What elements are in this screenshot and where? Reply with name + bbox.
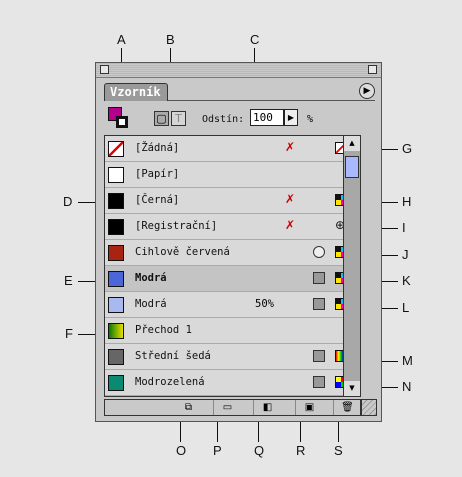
- callout-g: G: [402, 141, 413, 156]
- swatch-color: [108, 323, 124, 339]
- swatch-tint: 50%: [255, 298, 274, 310]
- tab-divider: [168, 100, 375, 101]
- swatch-name: [Žádná]: [135, 142, 180, 154]
- tint-unit: %: [307, 114, 314, 125]
- callout-h: H: [402, 194, 412, 209]
- spot-color-icon: [313, 246, 325, 258]
- resize-grip[interactable]: [361, 399, 377, 416]
- process-color-icon: [313, 272, 325, 284]
- list-item[interactable]: Modrozelená: [105, 370, 343, 396]
- process-color-icon: [313, 298, 325, 310]
- callout-o: O: [176, 443, 187, 458]
- list-item[interactable]: [Žádná] ✗: [105, 136, 343, 162]
- swatch-color: [108, 297, 124, 313]
- close-box[interactable]: [100, 65, 109, 74]
- callout-c: C: [250, 32, 260, 47]
- list-item[interactable]: [Papír]: [105, 162, 343, 188]
- swatch-name: Modrozelená: [135, 376, 205, 388]
- swatches-panel: Vzorník ▶ ▢ T Odstín: 100 ▶ % [Žádná] ✗ …: [95, 62, 382, 422]
- panel-titlebar[interactable]: [96, 63, 381, 78]
- swatch-name: Cihlově červená: [135, 246, 230, 258]
- list-item[interactable]: [Černá] ✗: [105, 188, 343, 214]
- stroke-swatch[interactable]: [116, 116, 128, 128]
- tint-label: Odstín:: [202, 114, 245, 125]
- show-color-swatches-icon[interactable]: ▭: [213, 400, 241, 415]
- cmyk-mode-icon: [335, 298, 343, 310]
- tint-stepper[interactable]: ▶: [284, 109, 298, 126]
- scroll-up-arrow[interactable]: ▲: [344, 136, 360, 151]
- callout-r: R: [296, 443, 306, 458]
- swatch-color: [108, 219, 124, 235]
- swatch-name: [Papír]: [135, 168, 180, 180]
- callout-j: J: [402, 247, 409, 262]
- callout-m: M: [402, 353, 413, 368]
- zoom-box[interactable]: [368, 65, 377, 74]
- tint-input[interactable]: 100: [250, 109, 284, 126]
- show-gradient-swatches-icon[interactable]: ◧: [253, 400, 281, 415]
- cmyk-mode-icon: [335, 194, 343, 206]
- non-editable-icon: ✗: [285, 218, 296, 232]
- callout-b: B: [166, 32, 175, 47]
- swatch-name: Modrá: [135, 272, 167, 284]
- panel-menu-button[interactable]: ▶: [359, 83, 375, 99]
- tab-label: Vzorník: [110, 85, 161, 99]
- swatch-color: [108, 375, 124, 391]
- callout-i: I: [402, 220, 406, 235]
- callout-n: N: [402, 379, 412, 394]
- non-editable-icon: ✗: [285, 140, 296, 154]
- process-color-icon: [313, 350, 325, 362]
- text-icon[interactable]: T: [171, 111, 186, 126]
- non-editable-icon: ✗: [285, 192, 296, 206]
- swatch-color: [108, 141, 124, 157]
- list-item[interactable]: Modrá 50%: [105, 292, 343, 318]
- swatch-name: [Registrační]: [135, 220, 218, 232]
- callout-k: K: [402, 273, 411, 288]
- callout-l: L: [402, 300, 410, 315]
- none-mode-icon: [335, 142, 343, 154]
- lab-mode-icon: [335, 376, 343, 388]
- container-icon[interactable]: ▢: [154, 111, 169, 126]
- panel-bottom-toolbar: ⧉ ▭ ◧ ▣ 🗑: [104, 399, 361, 416]
- tab-swatches[interactable]: Vzorník: [104, 83, 168, 101]
- swatch-name: Přechod 1: [135, 324, 192, 336]
- show-all-swatches-icon[interactable]: ⧉: [175, 400, 202, 415]
- list-item[interactable]: Přechod 1: [105, 318, 343, 344]
- process-color-icon: [313, 376, 325, 388]
- trash-icon[interactable]: 🗑: [333, 400, 361, 415]
- callout-a: A: [117, 32, 126, 47]
- scroll-down-arrow[interactable]: ▼: [344, 381, 360, 396]
- swatch-name: Střední šedá: [135, 350, 211, 362]
- swatch-color: [108, 167, 124, 183]
- list-item[interactable]: Cihlově červená: [105, 240, 343, 266]
- scroll-thumb[interactable]: [345, 156, 359, 178]
- callout-q: Q: [254, 443, 265, 458]
- swatch-name: [Černá]: [135, 194, 180, 206]
- callout-d: D: [63, 194, 73, 209]
- swatch-color: [108, 349, 124, 365]
- scrollbar[interactable]: ▲ ▼: [344, 135, 361, 397]
- rgb-mode-icon: [335, 350, 343, 362]
- new-swatch-icon[interactable]: ▣: [295, 400, 323, 415]
- cmyk-mode-icon: [335, 246, 343, 258]
- callout-s: S: [334, 443, 343, 458]
- list-item[interactable]: Modrá: [105, 266, 343, 292]
- swatch-color: [108, 245, 124, 261]
- list-item[interactable]: [Registrační] ✗ ⊕: [105, 214, 343, 240]
- callout-e: E: [64, 273, 73, 288]
- registration-icon: ⊕: [335, 218, 343, 232]
- cmyk-mode-icon: [335, 272, 343, 284]
- swatch-name: Modrá: [135, 298, 167, 310]
- swatch-list: [Žádná] ✗ [Papír] [Černá] ✗ [Registrační…: [104, 135, 344, 397]
- swatch-color: [108, 193, 124, 209]
- callout-p: P: [213, 443, 222, 458]
- callout-f: F: [65, 326, 73, 341]
- list-item[interactable]: Střední šedá: [105, 344, 343, 370]
- swatch-color: [108, 271, 124, 287]
